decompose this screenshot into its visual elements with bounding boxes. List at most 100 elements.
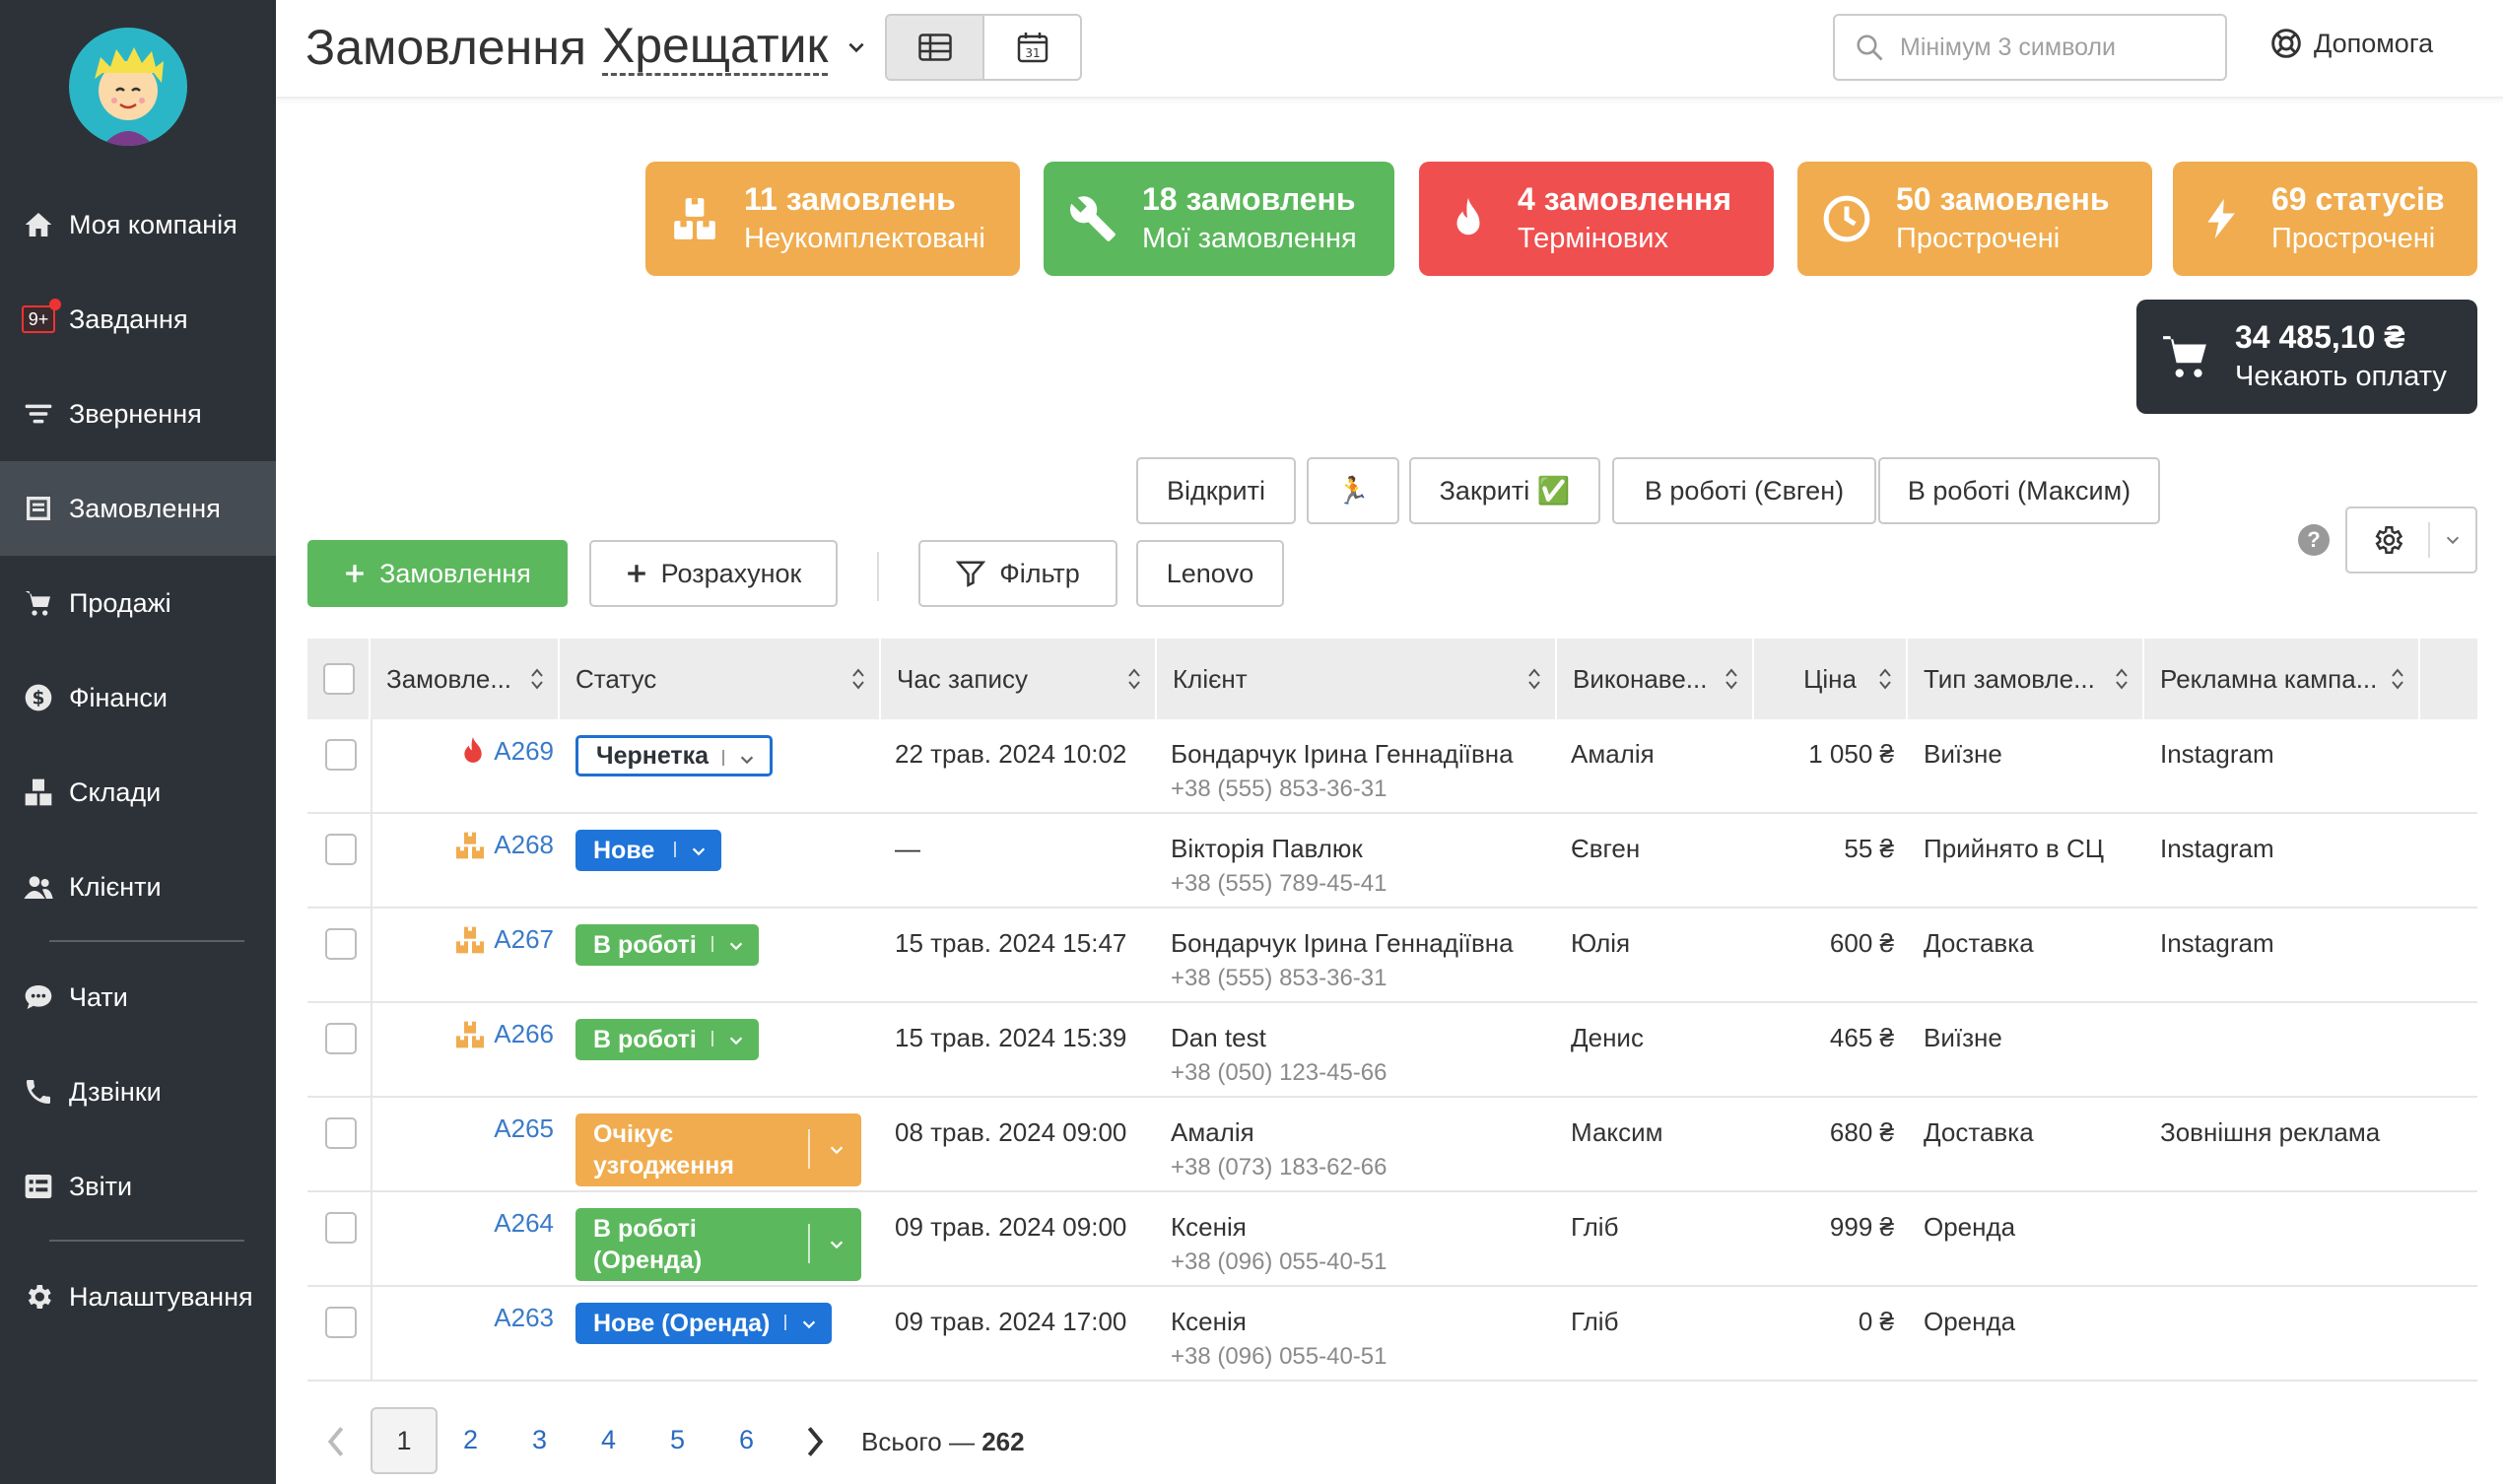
next-page-icon[interactable] (802, 1425, 828, 1458)
row-checkbox[interactable] (325, 1212, 357, 1244)
filter-button[interactable]: Фільтр (918, 540, 1117, 607)
order-number-link[interactable]: A267 (494, 924, 554, 955)
sidebar-item-tasks[interactable]: 9+ Завдання (0, 272, 276, 367)
sidebar-item-chats[interactable]: Чати (0, 950, 276, 1045)
filter-in-work-maksym[interactable]: В роботі (Максим) (1878, 457, 2160, 524)
order-number-link[interactable]: A264 (494, 1208, 554, 1239)
page-3[interactable]: 3 (532, 1425, 547, 1455)
table-row[interactable]: A266 В роботі 15 трав. 2024 15:39 Dan test +… (307, 1003, 2477, 1098)
avatar[interactable] (69, 28, 187, 146)
column-price[interactable]: Ціна (1754, 639, 1908, 719)
sidebar-item-clients[interactable]: Клієнти (0, 840, 276, 934)
table-row[interactable]: A265 Очікує узгодження 08 трав. 2024 09:00 А… (307, 1098, 2477, 1192)
status-dropdown[interactable]: Чернетка (575, 735, 773, 776)
order-number-link[interactable]: A268 (494, 830, 554, 860)
status-dropdown[interactable]: В роботі (575, 1019, 759, 1060)
calendar-view-button[interactable]: 31 (984, 16, 1080, 79)
table-row[interactable]: A267 В роботі 15 трав. 2024 15:47 Бондарчук… (307, 909, 2477, 1003)
client-name[interactable]: Амалія (1171, 1117, 1387, 1148)
sidebar-item-settings[interactable]: Налаштування (0, 1249, 276, 1344)
row-checkbox[interactable] (325, 834, 357, 865)
page-1[interactable]: 1 (371, 1407, 438, 1474)
client-name[interactable]: Вікторія Павлюк (1171, 834, 1387, 864)
order-number-link[interactable]: A265 (494, 1113, 554, 1144)
card-incomplete[interactable]: 11 замовлень Неукомплектовані (645, 162, 1020, 276)
sidebar-item-calls[interactable]: Дзвінки (0, 1045, 276, 1139)
sidebar-item-sales[interactable]: Продажі (0, 556, 276, 650)
client-phone[interactable]: +38 (096) 055-40-51 (1171, 1248, 1387, 1276)
column-time[interactable]: Час запису (881, 639, 1157, 719)
client-name[interactable]: Dan test (1171, 1023, 1387, 1053)
filter-closed[interactable]: Закриті ✅ (1409, 457, 1600, 524)
record-time: 15 трав. 2024 15:39 (895, 1023, 1127, 1052)
client-phone[interactable]: +38 (555) 853-36-31 (1171, 776, 1514, 803)
help-question-icon[interactable]: ? (2298, 524, 2330, 556)
order-number-link[interactable]: A266 (494, 1019, 554, 1049)
client-phone[interactable]: +38 (096) 055-40-51 (1171, 1343, 1387, 1371)
card-my-orders[interactable]: 18 замовлень Мої замовлення (1044, 162, 1394, 276)
page-2[interactable]: 2 (463, 1425, 478, 1455)
table-row[interactable]: A268 Нове — Вікторія Павлюк +38 (555) 789-45… (307, 814, 2477, 909)
row-checkbox[interactable] (325, 1307, 357, 1338)
card-overdue-orders[interactable]: 50 замовлень Прострочені (1797, 162, 2152, 276)
client-phone[interactable]: +38 (073) 183-62-66 (1171, 1154, 1387, 1181)
column-status[interactable]: Статус (560, 639, 881, 719)
sidebar-item-requests[interactable]: Звернення (0, 367, 276, 461)
client-phone[interactable]: +38 (050) 123-45-66 (1171, 1059, 1387, 1087)
client-name[interactable]: Бондарчук Ірина Геннадіївна (1171, 928, 1514, 959)
sidebar-item-warehouses[interactable]: Склади (0, 745, 276, 840)
filter-open[interactable]: Відкриті (1136, 457, 1296, 524)
filter-in-work-yevhen[interactable]: В роботі (Євген) (1612, 457, 1876, 524)
sidebar-item-reports[interactable]: Звіти (0, 1139, 276, 1234)
client-phone[interactable]: +38 (555) 853-36-31 (1171, 965, 1514, 992)
status-dropdown[interactable]: Нове (Оренда) (575, 1303, 832, 1344)
order-number-link[interactable]: A269 (494, 736, 554, 767)
row-checkbox[interactable] (325, 928, 357, 960)
row-checkbox[interactable] (325, 1023, 357, 1054)
column-order-type[interactable]: Тип замовле... (1908, 639, 2144, 719)
search-input[interactable] (1900, 33, 2215, 62)
sidebar-item-finance[interactable]: $ Фінанси (0, 650, 276, 745)
filter-lenovo[interactable]: Lenovo (1136, 540, 1284, 607)
prev-page-icon[interactable] (323, 1425, 349, 1458)
page-5[interactable]: 5 (670, 1425, 685, 1455)
client-name[interactable]: Бондарчук Ірина Геннадіївна (1171, 739, 1514, 770)
status-dropdown[interactable]: Очікує узгодження (575, 1113, 861, 1186)
card-awaiting-payment[interactable]: 34 485,10 ₴ Чекають оплату (2136, 300, 2477, 414)
card-urgent[interactable]: 4 замовлення Термінових (1419, 162, 1774, 276)
sidebar-item-orders[interactable]: Замовлення (0, 461, 276, 556)
table-row[interactable]: A264 В роботі (Оренда) 09 трав. 2024 09:00 К… (307, 1192, 2477, 1287)
row-checkbox[interactable] (325, 739, 357, 771)
price: 1 050 ₴ (1808, 739, 1894, 769)
table-view-button[interactable] (887, 16, 984, 79)
table-settings-button[interactable] (2345, 506, 2477, 573)
add-order-button[interactable]: Замовлення (307, 540, 568, 607)
location-selector[interactable]: Хрещатик (601, 18, 829, 76)
sidebar-item-company[interactable]: Моя компанія (0, 177, 276, 272)
status-dropdown[interactable]: В роботі (Оренда) (575, 1208, 861, 1281)
sidebar-item-label: Моя компанія (69, 209, 237, 239)
client-phone[interactable]: +38 (555) 789-45-41 (1171, 870, 1387, 898)
order-number-link[interactable]: A263 (494, 1303, 554, 1333)
client-name[interactable]: Ксенія (1171, 1307, 1387, 1337)
page-6[interactable]: 6 (739, 1425, 754, 1455)
chevron-down-icon[interactable] (846, 36, 867, 58)
status-dropdown[interactable]: Нове (575, 830, 721, 871)
column-client[interactable]: Клієнт (1157, 639, 1557, 719)
page-4[interactable]: 4 (601, 1425, 616, 1455)
column-executor[interactable]: Виконаве... (1557, 639, 1754, 719)
column-campaign[interactable]: Рекламна кампа... (2144, 639, 2420, 719)
column-order[interactable]: Замовле... (371, 639, 560, 719)
card-overdue-statuses[interactable]: 69 статусів Прострочені (2173, 162, 2477, 276)
client-name[interactable]: Ксенія (1171, 1212, 1387, 1243)
add-calculation-button[interactable]: Розрахунок (589, 540, 838, 607)
card-count: 50 замовлень (1896, 181, 2110, 217)
table-row[interactable]: A269 Чернетка 22 трав. 2024 10:02 Бондарчук… (307, 719, 2477, 814)
row-checkbox[interactable] (325, 1117, 357, 1149)
help-link[interactable]: Допомога (2270, 28, 2433, 59)
table-row[interactable]: A263 Нове (Оренда) 09 трав. 2024 17:00 Ксен… (307, 1287, 2477, 1382)
reports-icon (22, 1170, 55, 1203)
filter-runner[interactable]: 🏃 (1307, 457, 1399, 524)
select-all-checkbox[interactable] (323, 663, 355, 695)
status-dropdown[interactable]: В роботі (575, 924, 759, 966)
